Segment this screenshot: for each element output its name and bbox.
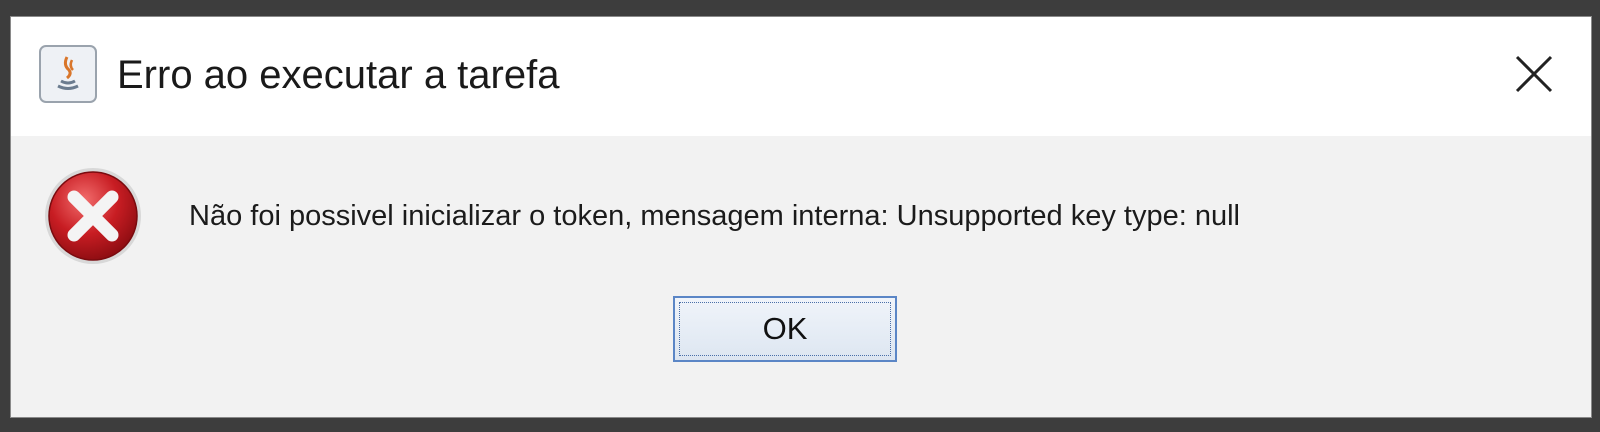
java-icon [39,45,97,103]
ok-button[interactable]: OK [673,296,897,362]
error-icon [41,164,145,268]
error-dialog: Erro ao executar a tarefa Não foi possiv… [10,16,1592,418]
window-title: Erro ao executar a tarefa [117,53,560,97]
title-bar[interactable]: Erro ao executar a tarefa [11,17,1591,136]
dialog-content: Não foi possivel inicializar o token, me… [11,136,1591,417]
close-icon [1515,55,1553,93]
close-button[interactable] [1509,49,1559,99]
error-message: Não foi possivel inicializar o token, me… [189,200,1240,232]
